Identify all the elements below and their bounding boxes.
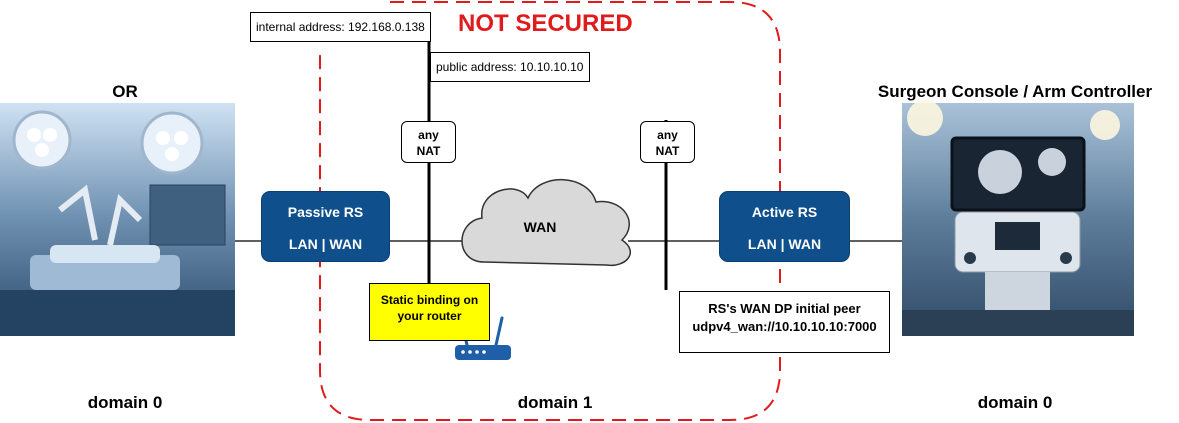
public-address-text: public address: 10.10.10.10 (436, 60, 584, 74)
peer-note: RS's WAN DP initial peer udpv4_wan://10.… (679, 291, 890, 353)
peer-note-line1: RS's WAN DP initial peer (708, 301, 861, 316)
surgeon-console-label: Surgeon Console / Arm Controller (877, 82, 1153, 101)
domain-left-label: domain 0 (87, 393, 163, 412)
static-binding-line1: Static binding on (380, 293, 479, 307)
wan-label: WAN (523, 219, 557, 235)
not-secured-title: NOT SECURED (458, 10, 633, 37)
active-rs-box: Active RS LAN | WAN (719, 191, 850, 262)
public-address-note: public address: 10.10.10.10 (430, 52, 590, 82)
or-label: OR (112, 82, 138, 101)
active-rs-ports: LAN | WAN (747, 236, 822, 252)
domain-right-label: domain 0 (977, 393, 1053, 412)
internal-address-note: internal address: 192.168.0.138 (250, 12, 431, 42)
domain-middle-label: domain 1 (517, 393, 593, 412)
internal-address-text: internal address: 192.168.0.138 (256, 20, 425, 34)
nat-left-line1: any (418, 128, 439, 142)
peer-note-line2: udpv4_wan://10.10.10.10:7000 (692, 319, 877, 334)
static-binding-line2: your router (397, 309, 462, 323)
passive-rs-name: Passive RS (287, 204, 364, 220)
static-binding-note: Static binding on your router (369, 283, 490, 341)
nat-left-line2: NAT (416, 144, 441, 158)
passive-rs-ports: LAN | WAN (288, 236, 363, 252)
nat-left-box: any NAT (401, 121, 456, 163)
passive-rs-box: Passive RS LAN | WAN (261, 191, 390, 262)
nat-right-line1: any (657, 128, 678, 142)
nat-right-box: any NAT (640, 121, 695, 163)
active-rs-name: Active RS (751, 204, 818, 220)
nat-right-line2: NAT (655, 144, 680, 158)
operating-room-photo (0, 103, 235, 336)
surgeon-console-photo (902, 100, 1134, 336)
